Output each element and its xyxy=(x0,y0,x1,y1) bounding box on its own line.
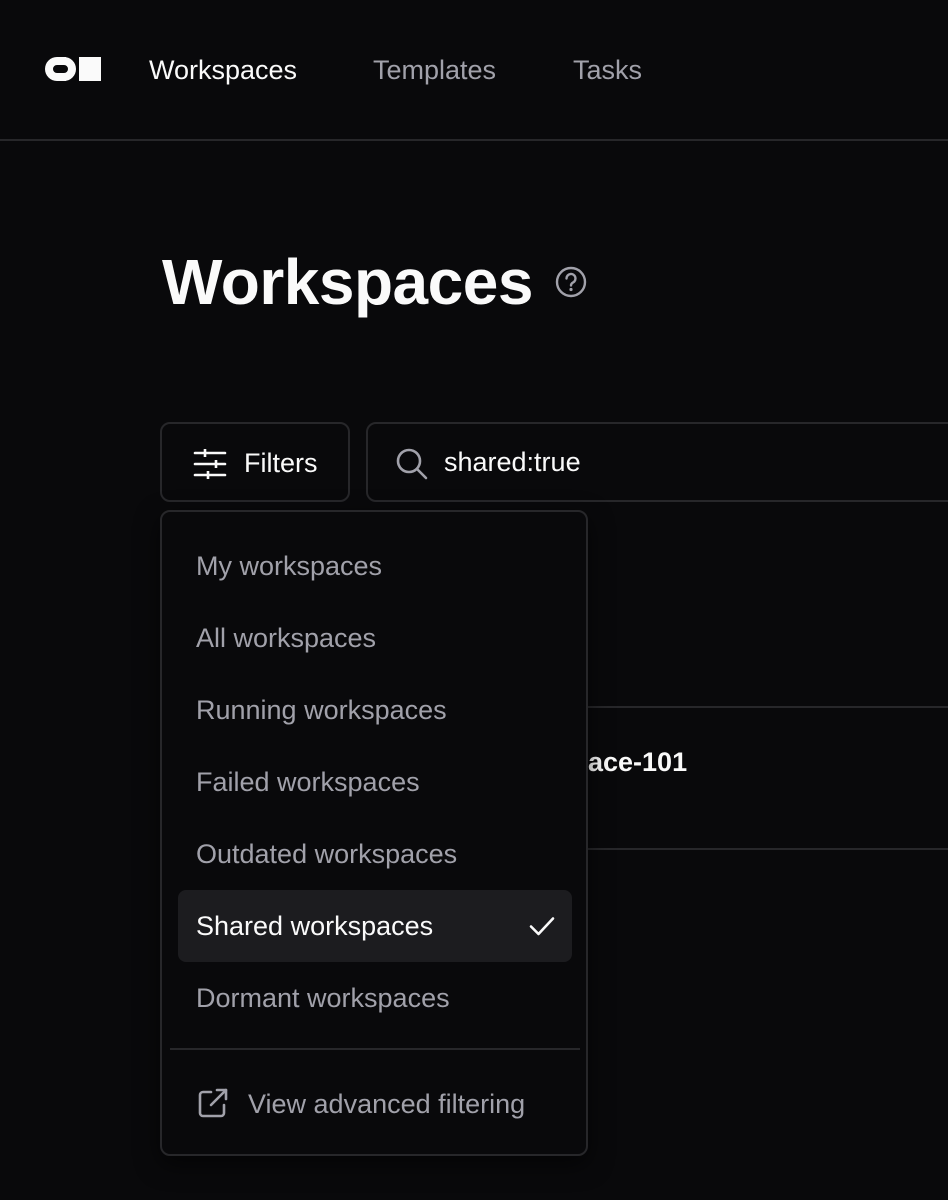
question-circle-icon[interactable] xyxy=(554,265,588,299)
menu-item-shared-workspaces[interactable]: Shared workspaces xyxy=(178,890,572,962)
table-divider xyxy=(588,848,948,850)
search-box[interactable] xyxy=(366,422,948,502)
page-title: Workspaces xyxy=(162,246,533,318)
check-icon xyxy=(529,917,555,936)
menu-item-label: Outdated workspaces xyxy=(196,839,458,869)
filters-button[interactable]: Filters xyxy=(160,422,350,502)
nav-workspaces[interactable]: Workspaces xyxy=(149,52,297,88)
menu-divider xyxy=(170,1048,580,1050)
menu-item-label: Dormant workspaces xyxy=(196,983,450,1013)
menu-item-dormant-workspaces[interactable]: Dormant workspaces xyxy=(178,962,572,1034)
workspace-name-cell[interactable]: ace-101 xyxy=(588,744,687,780)
search-icon xyxy=(396,448,428,480)
coder-logo[interactable] xyxy=(44,56,102,82)
table-divider xyxy=(588,706,948,708)
menu-item-label: Shared workspaces xyxy=(196,911,434,941)
menu-item-label: Failed workspaces xyxy=(196,767,420,797)
menu-item-label: Running workspaces xyxy=(196,695,447,725)
advanced-filtering-label: View advanced filtering xyxy=(248,1089,526,1119)
menu-item-label: All workspaces xyxy=(196,623,377,653)
menu-item-outdated-workspaces[interactable]: Outdated workspaces xyxy=(178,818,572,890)
menu-item-my-workspaces[interactable]: My workspaces xyxy=(178,530,572,602)
menu-item-label: My workspaces xyxy=(196,551,383,581)
filters-label: Filters xyxy=(244,448,318,478)
sliders-icon xyxy=(193,449,227,479)
nav-tasks[interactable]: Tasks xyxy=(573,52,642,88)
search-input[interactable] xyxy=(444,442,924,482)
menu-item-failed-workspaces[interactable]: Failed workspaces xyxy=(178,746,572,818)
menu-item-running-workspaces[interactable]: Running workspaces xyxy=(178,674,572,746)
view-advanced-filtering-link[interactable]: View advanced filtering xyxy=(178,1068,572,1140)
nav-templates[interactable]: Templates xyxy=(373,52,496,88)
top-navbar: Workspaces Templates Tasks xyxy=(0,0,948,141)
filter-menu: My workspaces All workspaces Running wor… xyxy=(160,510,588,1156)
external-link-icon xyxy=(198,1088,228,1118)
menu-item-all-workspaces[interactable]: All workspaces xyxy=(178,602,572,674)
